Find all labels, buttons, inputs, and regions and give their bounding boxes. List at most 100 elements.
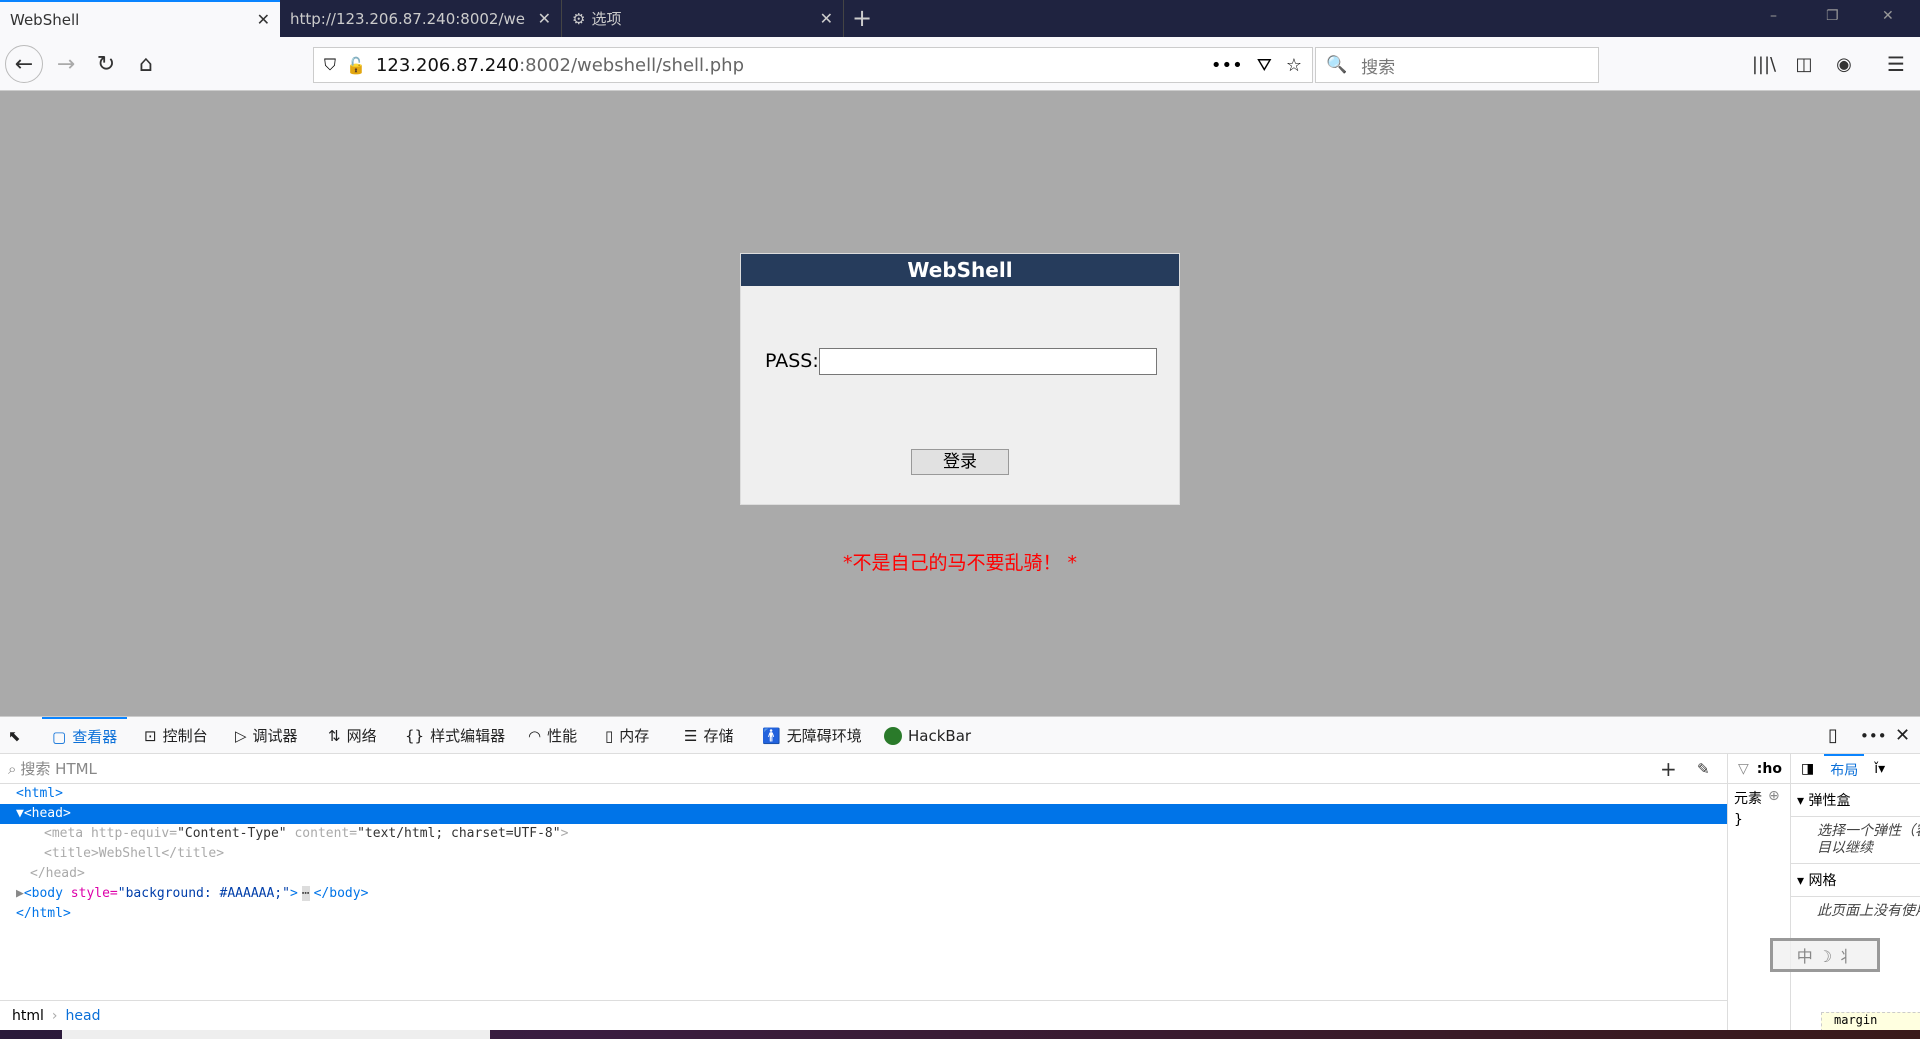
insecure-lock-icon[interactable]: 🔓: [346, 56, 366, 75]
library-icon[interactable]: |||\: [1745, 45, 1783, 83]
search-bar[interactable]: 🔍 搜索: [1315, 47, 1599, 83]
add-node-icon[interactable]: +: [1660, 757, 1677, 781]
more-tabs-icon[interactable]: ǐ▾: [1874, 761, 1885, 777]
warning-text: *不是自己的马不要乱骑！ *: [842, 552, 1078, 574]
memory-icon: ▯: [605, 726, 614, 745]
devtools-close-icon[interactable]: ✕: [1895, 717, 1910, 754]
html-search-input[interactable]: ⌕ 搜索 HTML + ✎: [0, 754, 1727, 784]
tab-console[interactable]: ⊡ 控制台: [144, 717, 208, 754]
tab-network[interactable]: ⇅ 网络: [328, 717, 377, 754]
expand-icon[interactable]: ▶: [16, 886, 24, 901]
taskbar-item[interactable]: [62, 1030, 490, 1039]
breadcrumb-html[interactable]: html: [12, 1008, 44, 1024]
tab-label: 控制台: [162, 727, 208, 745]
url-bar[interactable]: ⛉ 🔓 123.206.87.240:8002/webshell/shell.p…: [313, 47, 1313, 83]
tag: <html>: [16, 786, 63, 801]
node-html[interactable]: <html>: [0, 784, 1727, 804]
tab-hackbar[interactable]: HackBar: [884, 717, 971, 754]
restore-button[interactable]: ❐: [1826, 8, 1839, 24]
close-tab-icon[interactable]: ✕: [820, 9, 833, 28]
node-html-close[interactable]: </html>: [0, 904, 1727, 924]
sidebar-icon[interactable]: ◫: [1785, 45, 1823, 83]
breadcrumb: html › head: [0, 1000, 1727, 1030]
search-placeholder: 搜索: [1361, 57, 1396, 78]
close-tab-icon[interactable]: ✕: [538, 9, 551, 28]
tab-label: WebShell: [10, 10, 80, 29]
account-icon[interactable]: ◉: [1825, 45, 1863, 83]
box-model-margin: margin: [1821, 1012, 1920, 1030]
login-button[interactable]: 登录: [911, 449, 1009, 475]
tag: <body: [23, 886, 71, 901]
tag: >: [289, 886, 298, 901]
tab-label: 内存: [619, 727, 650, 745]
minimize-button[interactable]: –: [1770, 8, 1777, 24]
tab-url[interactable]: http://123.206.87.240:8002/webshell/ ✕: [280, 0, 562, 37]
pseudo-class-toggle[interactable]: :ho: [1757, 761, 1782, 777]
search-icon: ⌕: [8, 759, 17, 778]
tab-layout[interactable]: 布局: [1824, 754, 1865, 784]
tab-label: 查看器: [72, 728, 118, 746]
menu-icon[interactable]: ☰: [1877, 45, 1915, 83]
back-button[interactable]: ←: [5, 45, 43, 83]
new-tab-button[interactable]: +: [852, 4, 872, 32]
tab-webshell[interactable]: WebShell ✕: [0, 0, 280, 37]
attr-value: "background: #AAAAAA;": [117, 886, 290, 901]
ime-toolbar-logo[interactable]: 中 ☽ ⺦: [1770, 938, 1880, 972]
tab-label: 无障碍环境: [786, 727, 862, 745]
collapsed-children-badge[interactable]: ⋯: [301, 886, 310, 901]
tab-accessibility[interactable]: 🚹 无障碍环境: [762, 717, 862, 754]
tag: </title>: [161, 846, 225, 861]
layout-pane: ◨ 布局 ǐ▾ ▾ 弹性盒 选择一个弹性（容）器或项目以继续 ▾ 网格 此页面上没有…: [1790, 754, 1920, 1030]
flex-section-header[interactable]: ▾ 弹性盒: [1791, 784, 1920, 817]
eyedropper-icon[interactable]: ✎: [1697, 760, 1710, 778]
pass-label: PASS:: [765, 350, 819, 372]
tab-options[interactable]: ⚙ 选项 ✕: [562, 0, 844, 37]
node-head[interactable]: ▼<head>: [0, 804, 1727, 824]
dialog-title: WebShell: [741, 254, 1179, 286]
password-input[interactable]: [819, 348, 1157, 375]
flex-message: 选择一个弹性（容）器或项目以继续: [1791, 817, 1920, 864]
tab-inspector[interactable]: ▢ 查看器: [42, 717, 128, 754]
grid-section-header[interactable]: ▾ 网格: [1791, 864, 1920, 897]
node-meta[interactable]: <meta http-equiv="Content-Type" content=…: [0, 824, 1727, 844]
rule-brace: }: [1734, 812, 1743, 828]
tab-debugger[interactable]: ▷ 调试器: [235, 717, 298, 754]
hackbar-icon: [884, 726, 902, 745]
more-icon[interactable]: •••: [1211, 55, 1243, 76]
forward-button[interactable]: →: [47, 45, 85, 83]
reload-button[interactable]: ↻: [87, 45, 125, 83]
responsive-design-icon[interactable]: ▯: [1828, 717, 1838, 754]
tab-performance[interactable]: ◠ 性能: [528, 717, 577, 754]
tab-storage[interactable]: ☰ 存储: [684, 717, 733, 754]
tab-style-editor[interactable]: {} 样式编辑器: [405, 717, 505, 754]
node-title[interactable]: <title>WebShell</title>: [0, 844, 1727, 864]
close-window-button[interactable]: ✕: [1882, 8, 1894, 24]
shield-icon[interactable]: ⛉: [324, 55, 336, 75]
tab-memory[interactable]: ▯ 内存: [605, 717, 649, 754]
home-button[interactable]: ⌂: [127, 45, 165, 83]
pocket-icon[interactable]: ⛛: [1257, 55, 1272, 76]
section-title: 网格: [1808, 873, 1837, 889]
tag: >: [560, 826, 569, 841]
gauge-icon: ◠: [528, 726, 542, 745]
element-picker-icon[interactable]: ⬉: [8, 717, 21, 754]
tab-label: http://123.206.87.240:8002/webshell/: [290, 9, 525, 28]
filter-icon[interactable]: ▽: [1738, 761, 1749, 777]
devtools-more-icon[interactable]: •••: [1860, 717, 1887, 754]
panel-toggle-icon[interactable]: ◨: [1801, 761, 1814, 777]
search-placeholder: 搜索 HTML: [20, 760, 97, 778]
collapse-icon[interactable]: ▼: [16, 806, 24, 821]
tag: <meta: [44, 826, 91, 841]
close-tab-icon[interactable]: ✕: [257, 10, 270, 29]
attr: http-equiv=: [90, 826, 178, 841]
node-head-close[interactable]: </head>: [0, 864, 1727, 884]
tab-bar: WebShell ✕ http://123.206.87.240:8002/web…: [0, 0, 1920, 37]
inspector-icon: ▢: [52, 727, 67, 746]
url-path: :8002/webshell/shell.php: [519, 54, 745, 76]
breadcrumb-head[interactable]: head: [66, 1008, 101, 1024]
bookmark-star-icon[interactable]: ☆: [1286, 55, 1302, 76]
node-body[interactable]: ▶<body style="background: #AAAAAA;"> ⋯ </b…: [0, 884, 1727, 904]
attr-value: "Content-Type": [177, 826, 287, 841]
target-icon[interactable]: ⊕: [1768, 788, 1780, 808]
gear-icon: ⚙: [572, 9, 586, 28]
